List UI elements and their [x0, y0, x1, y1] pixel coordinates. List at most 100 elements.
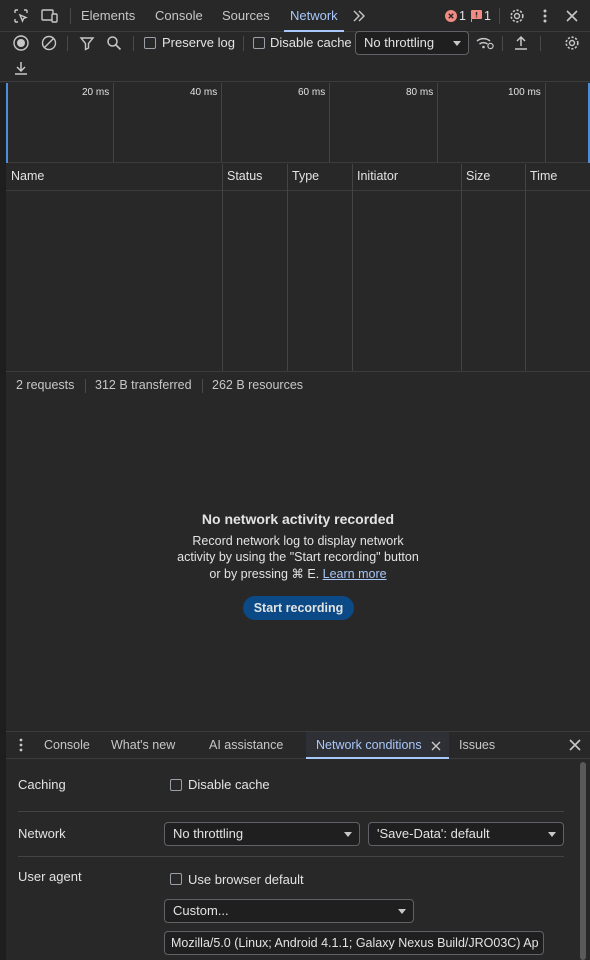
clear-icon[interactable]: [41, 35, 57, 51]
error-icon[interactable]: [445, 10, 457, 22]
grid-line: [437, 83, 438, 162]
column-header-type[interactable]: Type: [287, 164, 319, 191]
empty-state: No network activity recorded Record netw…: [6, 400, 590, 730]
column-divider[interactable]: [352, 164, 353, 371]
column-header-name[interactable]: Name: [6, 164, 44, 191]
column-divider[interactable]: [525, 164, 526, 371]
divider: [133, 36, 134, 51]
tick-label: 80 ms: [406, 87, 434, 98]
column-divider[interactable]: [222, 164, 223, 371]
preserve-log-label[interactable]: Preserve log: [162, 35, 235, 50]
divider: [243, 36, 244, 51]
inspect-element-icon[interactable]: [13, 8, 29, 24]
column-header-time[interactable]: Time: [525, 164, 557, 191]
column-divider[interactable]: [287, 164, 288, 371]
disable-cache-checkbox[interactable]: [253, 37, 265, 49]
table-header: Name Status Type Initiator Size Time: [6, 164, 590, 191]
tick-label: 100 ms: [508, 87, 541, 98]
search-icon[interactable]: [106, 35, 122, 51]
network-label: Network: [18, 826, 66, 841]
tick-label: 20 ms: [82, 87, 110, 98]
settings-gear-icon[interactable]: [509, 8, 525, 24]
divider: [67, 36, 68, 51]
user-agent-input[interactable]: Mozilla/5.0 (Linux; Android 4.1.1; Galax…: [164, 931, 544, 955]
empty-state-text: Record network log to display network: [192, 534, 404, 548]
column-divider[interactable]: [461, 164, 462, 371]
drawer-tab-network-conditions[interactable]: Network conditions: [316, 732, 422, 759]
record-icon[interactable]: [13, 35, 29, 51]
more-tabs-icon[interactable]: [352, 9, 366, 23]
close-devtools-icon[interactable]: [565, 9, 579, 23]
chevron-down-icon: [453, 41, 461, 46]
nc-throttling-select[interactable]: No throttling: [164, 822, 360, 846]
column-header-status[interactable]: Status: [222, 164, 262, 191]
tab-sources[interactable]: Sources: [222, 0, 270, 32]
grid-line: [221, 83, 222, 162]
overview-window-left-handle[interactable]: [6, 83, 8, 163]
learn-more-link[interactable]: Learn more: [323, 567, 387, 581]
chevron-down-icon: [398, 909, 406, 914]
save-data-select[interactable]: 'Save-Data': default: [368, 822, 564, 846]
start-recording-button[interactable]: Start recording: [243, 596, 354, 620]
transferred-size: 312 B transferred: [95, 378, 192, 392]
throttling-value: No throttling: [364, 35, 435, 50]
use-browser-default-label[interactable]: Use browser default: [188, 872, 304, 887]
nc-disable-cache-checkbox[interactable]: [170, 779, 182, 791]
devtools-tab-bar: Elements Console Sources Network 1 1: [0, 0, 590, 32]
empty-state-text-last: or by pressing ⌘ E. Learn more: [6, 566, 590, 581]
caching-label: Caching: [18, 777, 66, 792]
grid-line: [545, 83, 546, 162]
divider: [502, 36, 503, 51]
use-browser-default-checkbox[interactable]: [170, 873, 182, 885]
network-conditions-panel: Caching Disable cache Network No throttl…: [6, 760, 590, 960]
disable-cache-label[interactable]: Disable cache: [270, 35, 352, 50]
section-divider: [18, 811, 564, 812]
active-tab-indicator: [306, 757, 449, 759]
drawer-tab-whats-new[interactable]: What's new: [111, 732, 175, 759]
tab-console[interactable]: Console: [155, 0, 203, 32]
divider: [70, 8, 71, 24]
save-data-value: 'Save-Data': default: [377, 826, 490, 841]
import-har-icon[interactable]: [513, 35, 529, 51]
divider: [540, 36, 541, 51]
drawer-tab-bar: Console What's new AI assistance Network…: [6, 731, 590, 759]
device-toolbar-icon[interactable]: [41, 8, 59, 24]
drawer-tab-issues[interactable]: Issues: [459, 732, 495, 759]
drawer-menu-icon[interactable]: [17, 738, 25, 752]
close-tab-icon[interactable]: [431, 741, 441, 751]
grid-line: [329, 83, 330, 162]
empty-state-title: No network activity recorded: [201, 511, 395, 527]
tab-elements[interactable]: Elements: [81, 0, 135, 32]
network-conditions-icon[interactable]: [475, 35, 495, 51]
resources-size: 262 B resources: [212, 378, 304, 392]
drawer-tab-console[interactable]: Console: [44, 732, 90, 759]
throttling-select[interactable]: No throttling: [355, 31, 469, 55]
close-drawer-icon[interactable]: [569, 739, 581, 751]
error-count: 1: [459, 9, 466, 23]
scrollbar[interactable]: [580, 762, 586, 960]
user-agent-select[interactable]: Custom...: [164, 899, 414, 923]
column-header-size[interactable]: Size: [461, 164, 490, 191]
divider: [202, 379, 203, 393]
export-har-icon[interactable]: [13, 60, 29, 76]
filter-icon[interactable]: [79, 35, 95, 51]
empty-state-text: activity by using the "Start recording" …: [177, 550, 419, 564]
tick-label: 60 ms: [298, 87, 326, 98]
nc-throttling-value: No throttling: [173, 826, 244, 841]
chevron-down-icon: [344, 832, 352, 837]
network-overview[interactable]: 20 ms 40 ms 60 ms 80 ms 100 ms: [6, 83, 590, 163]
divider: [85, 379, 86, 393]
request-count: 2 requests: [16, 378, 75, 392]
divider: [499, 8, 500, 24]
drawer-tab-ai-assistance[interactable]: AI assistance: [209, 732, 283, 759]
preserve-log-checkbox[interactable]: [144, 37, 156, 49]
issue-flag-icon[interactable]: [471, 10, 482, 22]
user-agent-select-value: Custom...: [173, 903, 229, 918]
issue-count: 1: [484, 9, 491, 23]
network-toolbar: Preserve log Disable cache No throttling: [0, 31, 590, 82]
nc-disable-cache-label[interactable]: Disable cache: [188, 777, 270, 792]
tab-network[interactable]: Network: [284, 0, 344, 32]
network-settings-gear-icon[interactable]: [564, 35, 580, 51]
more-options-icon[interactable]: [538, 8, 552, 24]
column-header-initiator[interactable]: Initiator: [352, 164, 398, 191]
